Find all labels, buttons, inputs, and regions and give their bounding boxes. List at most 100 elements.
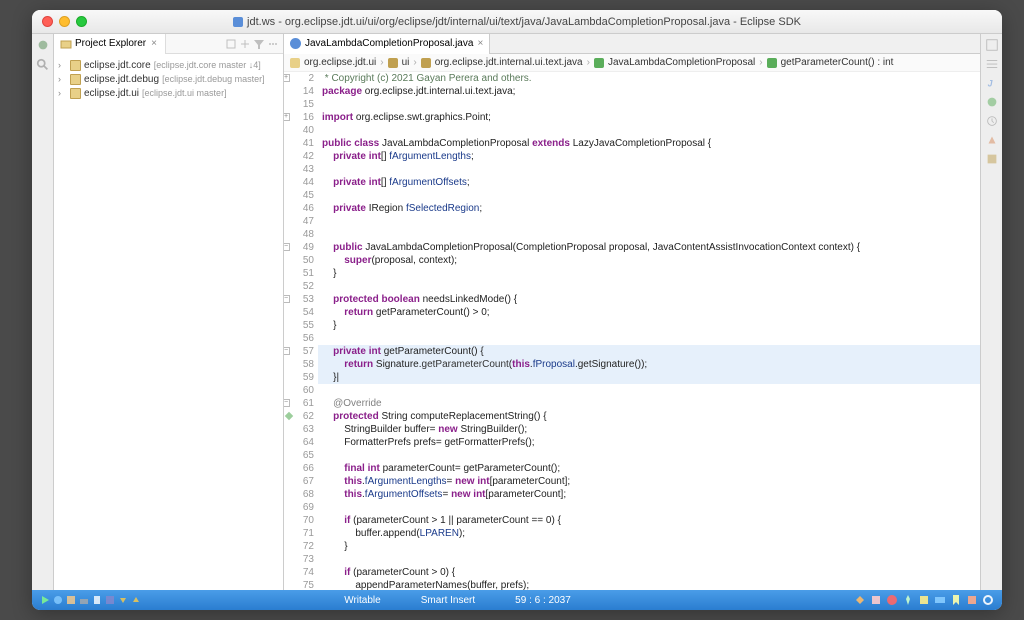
tasks-icon[interactable] <box>918 594 930 606</box>
project-icon <box>70 88 81 99</box>
debug-icon[interactable] <box>36 38 50 52</box>
view-title: Project Explorer <box>75 34 146 54</box>
chevron-right-icon: › <box>759 57 762 68</box>
scm-decoration: [eclipse.jdt.ui master] <box>142 88 227 98</box>
prev-annotation-icon[interactable] <box>131 595 141 605</box>
breadcrumb-project[interactable]: org.eclipse.jdt.ui <box>304 57 376 68</box>
bookmark-icon[interactable] <box>950 594 962 606</box>
javadoc-icon[interactable]: J <box>985 76 999 90</box>
history-icon[interactable] <box>985 114 999 128</box>
breadcrumb-class[interactable]: JavaLambdaCompletionProposal <box>608 57 755 68</box>
chevron-right-icon: › <box>413 57 416 68</box>
window-controls <box>32 16 87 27</box>
breadcrumb-folder[interactable]: ui <box>402 57 410 68</box>
outline-icon[interactable] <box>985 38 999 52</box>
code-text[interactable]: * Copyright (c) 2021 Gayan Perera and ot… <box>318 72 980 590</box>
eclipse-window: jdt.ws - org.eclipse.jdt.ui/ui/org/eclip… <box>32 10 1002 610</box>
project-tree[interactable]: › eclipse.jdt.core [eclipse.jdt.core mast… <box>54 54 283 104</box>
git-icon[interactable] <box>854 594 866 606</box>
error-log-icon[interactable] <box>966 594 978 606</box>
status-cursor-pos[interactable]: 59 : 6 : 2037 <box>515 595 571 606</box>
maximize-window-button[interactable] <box>76 16 87 27</box>
breadcrumb-method[interactable]: getParameterCount() : int <box>781 57 894 68</box>
chevron-right-icon: › <box>380 57 383 68</box>
fold-toggle[interactable]: + <box>284 74 290 82</box>
status-bar: Writable Smart Insert 59 : 6 : 2037 <box>32 590 1002 610</box>
project-label: eclipse.jdt.debug <box>84 74 159 85</box>
chevron-right-icon: › <box>587 57 590 68</box>
right-trim: J <box>980 34 1002 590</box>
fold-toggle[interactable]: − <box>284 399 290 407</box>
workbench: Project Explorer × › eclipse.jdt.core [ec… <box>32 34 1002 590</box>
status-insert-mode[interactable]: Smart Insert <box>421 595 475 606</box>
view-menu-icon[interactable] <box>267 38 279 50</box>
new-icon[interactable] <box>92 595 102 605</box>
build-icon[interactable] <box>79 595 89 605</box>
task-list-icon[interactable] <box>985 57 999 71</box>
project-label: eclipse.jdt.ui <box>84 88 139 99</box>
svg-text:J: J <box>987 79 993 89</box>
fold-toggle[interactable]: − <box>284 243 290 251</box>
ant-icon[interactable] <box>985 133 999 147</box>
run-icon[interactable] <box>40 595 50 605</box>
editor-tabbar: JavaLambdaCompletionProposal.java × <box>284 34 980 54</box>
fold-toggle[interactable]: − <box>284 295 290 303</box>
close-window-button[interactable] <box>42 16 53 27</box>
coverage-icon[interactable] <box>66 595 76 605</box>
project-explorer-tab[interactable]: Project Explorer × <box>54 34 166 54</box>
editor-area: JavaLambdaCompletionProposal.java × org.… <box>284 34 980 590</box>
minimap-icon[interactable] <box>870 594 882 606</box>
left-trim <box>32 34 54 590</box>
project-label: eclipse.jdt.core <box>84 60 151 71</box>
project-icon <box>290 58 300 68</box>
fold-toggle[interactable]: − <box>284 347 290 355</box>
folder-icon <box>388 58 398 68</box>
close-icon[interactable]: × <box>149 34 159 54</box>
line-gutter[interactable]: 2+141516+40414243444546474849−50515253−5… <box>284 72 318 590</box>
status-right-icons <box>854 594 994 606</box>
view-tabbar: Project Explorer × <box>54 34 283 54</box>
console-icon[interactable] <box>934 594 946 606</box>
search-icon[interactable] <box>36 58 50 72</box>
project-tree-item[interactable]: › eclipse.jdt.debug [eclipse.jdt.debug ma… <box>56 72 281 86</box>
properties-icon[interactable] <box>985 152 999 166</box>
progress-icon[interactable] <box>982 594 994 606</box>
fold-toggle[interactable]: + <box>284 113 290 121</box>
project-explorer-view: Project Explorer × › eclipse.jdt.core [ec… <box>54 34 284 590</box>
twisty-icon[interactable]: › <box>58 88 67 98</box>
declaration-icon[interactable] <box>985 95 999 109</box>
project-tree-item[interactable]: › eclipse.jdt.core [eclipse.jdt.core mast… <box>56 58 281 72</box>
minimize-window-button[interactable] <box>59 16 70 27</box>
editor-tab[interactable]: JavaLambdaCompletionProposal.java × <box>284 34 490 54</box>
project-tree-item[interactable]: › eclipse.jdt.ui [eclipse.jdt.ui master] <box>56 86 281 100</box>
scm-decoration: [eclipse.jdt.debug master] <box>162 74 265 84</box>
twisty-icon[interactable]: › <box>58 60 67 70</box>
class-icon <box>594 58 604 68</box>
method-icon <box>767 58 777 68</box>
breadcrumb[interactable]: org.eclipse.jdt.ui › ui › org.eclipse.jd… <box>284 54 980 72</box>
window-title: jdt.ws - org.eclipse.jdt.ui/ui/org/eclip… <box>32 16 1002 28</box>
close-icon[interactable]: × <box>477 34 483 54</box>
override-marker-icon[interactable] <box>285 412 293 420</box>
next-annotation-icon[interactable] <box>118 595 128 605</box>
problems-icon[interactable] <box>886 594 898 606</box>
java-class-icon <box>290 38 301 49</box>
filter-icon[interactable] <box>253 38 265 50</box>
status-center: Writable Smart Insert 59 : 6 : 2037 <box>344 595 651 606</box>
source-viewer[interactable]: 2+141516+40414243444546474849−50515253−5… <box>284 72 980 590</box>
save-icon[interactable] <box>105 595 115 605</box>
pin-icon[interactable] <box>902 594 914 606</box>
twisty-icon[interactable]: › <box>58 74 67 84</box>
titlebar: jdt.ws - org.eclipse.jdt.ui/ui/org/eclip… <box>32 10 1002 34</box>
collapse-all-icon[interactable] <box>225 38 237 50</box>
status-writable[interactable]: Writable <box>344 595 381 606</box>
project-icon <box>70 60 81 71</box>
java-file-icon <box>233 17 243 27</box>
link-editor-icon[interactable] <box>239 38 251 50</box>
breadcrumb-package[interactable]: org.eclipse.jdt.internal.ui.text.java <box>435 57 583 68</box>
package-icon <box>421 58 431 68</box>
view-toolbar <box>225 38 283 50</box>
debug-run-icon[interactable] <box>53 595 63 605</box>
editor-tab-label: JavaLambdaCompletionProposal.java <box>305 34 473 54</box>
scm-decoration: [eclipse.jdt.core master ↓4] <box>154 60 261 70</box>
